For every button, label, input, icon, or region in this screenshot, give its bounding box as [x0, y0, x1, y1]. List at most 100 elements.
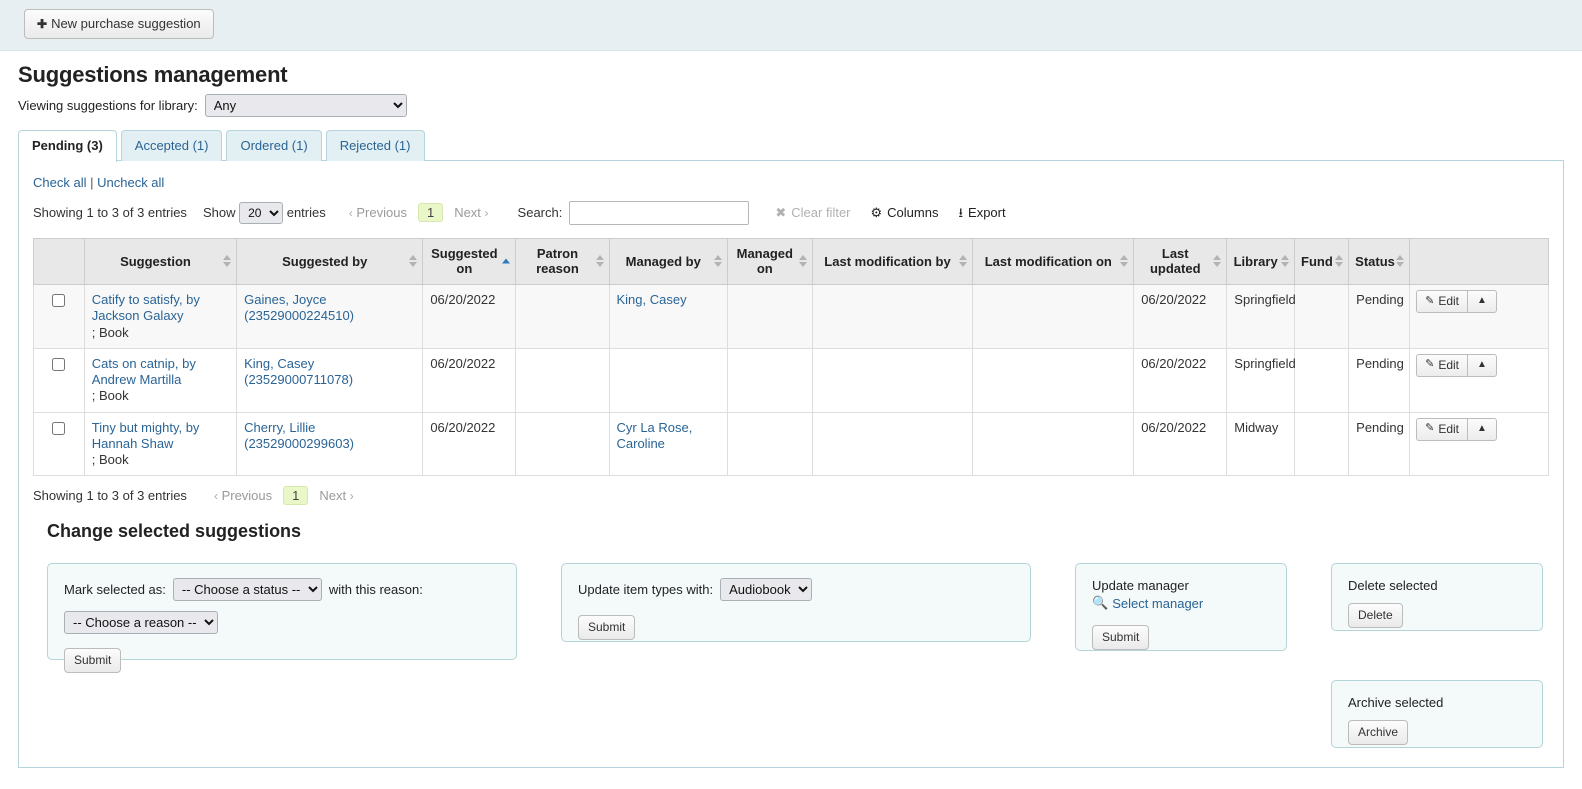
column-header-library[interactable]: Library	[1226, 237, 1295, 286]
item-type-select[interactable]: Audiobook	[720, 578, 813, 602]
column-header-suggestion[interactable]: Suggestion	[83, 237, 238, 286]
sort-arrows-icon	[223, 255, 232, 268]
tab-pending[interactable]: Pending (3)	[18, 130, 117, 162]
entries-label: entries	[286, 204, 326, 220]
tab-rejected[interactable]: Rejected (1)	[325, 130, 425, 161]
columns-button[interactable]: ⚙ Columns	[871, 205, 939, 220]
edit-button[interactable]: ✎ Edit	[1416, 417, 1467, 441]
column-label: Last updated	[1149, 245, 1201, 277]
suggestion-title-link[interactable]: Tiny but mighty, by Hannah Shaw	[92, 420, 200, 451]
update-manager-submit-button[interactable]: Submit	[1092, 625, 1150, 650]
select-manager-link[interactable]: 🔍 Select manager	[1092, 595, 1203, 611]
cell-suggested-by: King, Casey (23529000711078)	[236, 347, 424, 413]
reason-row: -- Choose a reason --	[64, 611, 500, 635]
cell-last-modification-by	[811, 347, 974, 413]
status-select[interactable]: -- Choose a status --	[172, 578, 322, 602]
previous-page-button-top[interactable]: ‹ Previous	[344, 203, 412, 222]
clear-filter-button[interactable]: ✖ Clear filter	[775, 205, 850, 220]
edit-button[interactable]: ✎ Edit	[1416, 353, 1467, 377]
pagination-top: ‹ Previous 1 Next ›	[344, 203, 494, 223]
next-page-button-bottom[interactable]: Next ›	[314, 486, 358, 505]
suggestion-title-link[interactable]: Cats on catnip, by Andrew Martilla	[92, 356, 196, 387]
mark-selected-row: Mark selected as: -- Choose a status -- …	[64, 578, 500, 602]
library-filter-select[interactable]: Any	[204, 94, 407, 117]
pagination-bottom: ‹ Previous 1 Next ›	[209, 486, 359, 506]
column-header-managed-on[interactable]: Managed on	[726, 237, 813, 286]
cell-actions: ✎ Edit ▲	[1409, 284, 1549, 349]
export-button[interactable]: ⭳ Export	[958, 205, 1005, 220]
cell-managed-on	[726, 411, 813, 477]
cell-patron-reason	[515, 347, 610, 413]
previous-label: Previous	[221, 488, 273, 504]
new-purchase-suggestion-button[interactable]: ✚ New purchase suggestion	[24, 9, 214, 39]
suggested-by-link[interactable]: King, Casey (23529000711078)	[244, 356, 353, 387]
sort-arrows-icon	[798, 255, 807, 268]
cell-managed-on	[726, 347, 813, 413]
row-actions-dropdown-toggle[interactable]: ▲	[1467, 417, 1497, 441]
cell-suggestion: Tiny but mighty, by Hannah Shaw ; Book	[83, 411, 238, 477]
reason-select[interactable]: -- Choose a reason --	[64, 611, 218, 635]
update-item-types-submit-button[interactable]: Submit	[578, 615, 636, 640]
edit-button[interactable]: ✎ Edit	[1416, 290, 1467, 314]
column-header-fund[interactable]: Fund	[1293, 237, 1350, 286]
column-header-managed-by[interactable]: Managed by	[608, 237, 728, 286]
table-header-row: Suggestion Suggested by Suggested on Pat…	[33, 237, 1549, 286]
cell-actions: ✎ Edit ▲	[1409, 347, 1549, 413]
cell-status: Pending	[1348, 411, 1411, 477]
column-header-patron-reason[interactable]: Patron reason	[515, 237, 610, 286]
managed-by-link[interactable]: Cyr La Rose, Caroline	[617, 420, 693, 451]
row-checkbox[interactable]	[52, 294, 66, 308]
tab-accepted[interactable]: Accepted (1)	[120, 130, 223, 161]
caret-up-icon: ▲	[1477, 359, 1487, 371]
datatable-buttons: ✖ Clear filter ⚙ Columns ⭳ Export	[775, 205, 1005, 220]
delete-button-row: Delete	[1348, 603, 1526, 628]
pending-tab-panel: Check all | Uncheck all Showing 1 to 3 o…	[18, 159, 1564, 768]
sort-arrows-icon	[713, 255, 722, 268]
column-header-suggested-by[interactable]: Suggested by	[236, 237, 424, 286]
column-header-status[interactable]: Status	[1348, 237, 1411, 286]
tab-ordered[interactable]: Ordered (1)	[226, 130, 322, 161]
page-number-1-top[interactable]: 1	[417, 203, 444, 223]
delete-selected-panel: Delete selected Delete	[1331, 563, 1543, 632]
update-manager-panel: Update manager 🔍 Select manager Submit	[1075, 563, 1287, 652]
edit-label: Edit	[1438, 421, 1459, 436]
cell-suggestion: Cats on catnip, by Andrew Martilla ; Boo…	[83, 347, 238, 413]
cell-suggested-by: Cherry, Lillie (23529000299603)	[236, 411, 424, 477]
mark-selected-submit-button[interactable]: Submit	[64, 648, 122, 673]
page-number-1-bottom[interactable]: 1	[283, 486, 309, 506]
uncheck-all-link[interactable]: Uncheck all	[97, 175, 164, 190]
archive-button[interactable]: Archive	[1348, 720, 1409, 745]
check-all-link[interactable]: Check all	[33, 175, 86, 190]
row-actions-dropdown-toggle[interactable]: ▲	[1467, 290, 1497, 314]
cell-library: Springfield	[1226, 347, 1296, 413]
column-label: Status	[1355, 253, 1395, 269]
column-header-suggested-on[interactable]: Suggested on	[422, 237, 517, 286]
select-manager-label: Select manager	[1112, 595, 1204, 611]
pencil-icon: ✎	[1425, 294, 1435, 307]
suggestion-subtitle: ; Book	[91, 452, 129, 468]
row-actions-dropdown-toggle[interactable]: ▲	[1467, 353, 1497, 377]
previous-page-button-bottom[interactable]: ‹ Previous	[209, 486, 277, 505]
managed-by-link[interactable]: King, Casey	[617, 292, 687, 307]
next-page-button-top[interactable]: Next ›	[449, 203, 493, 222]
edit-label: Edit	[1438, 294, 1459, 309]
cell-last-updated: 06/20/2022	[1133, 284, 1228, 349]
row-checkbox[interactable]	[52, 357, 66, 371]
table-row: Tiny but mighty, by Hannah Shaw ; Book C…	[33, 411, 1549, 477]
suggested-by-link[interactable]: Gaines, Joyce (23529000224510)	[244, 292, 354, 323]
suggested-by-link[interactable]: Cherry, Lillie (23529000299603)	[244, 420, 354, 451]
column-header-last-updated[interactable]: Last updated	[1133, 237, 1228, 286]
cell-last-modification-on	[972, 411, 1135, 477]
delete-button[interactable]: Delete	[1348, 603, 1403, 628]
cell-managed-on	[726, 284, 813, 349]
plus-icon: ✚	[37, 17, 48, 31]
suggestion-title-link[interactable]: Catify to satisfy, by Jackson Galaxy	[92, 292, 200, 323]
column-header-last-modification-on[interactable]: Last modification on	[972, 237, 1135, 286]
chevron-left-icon: ‹	[348, 206, 353, 221]
page-length-select[interactable]: 20	[239, 201, 284, 224]
column-header-last-modification-by[interactable]: Last modification by	[811, 237, 974, 286]
columns-label: Columns	[887, 205, 939, 221]
row-checkbox[interactable]	[52, 421, 66, 435]
search-input[interactable]	[569, 200, 750, 225]
caret-up-icon: ▲	[1477, 295, 1487, 307]
